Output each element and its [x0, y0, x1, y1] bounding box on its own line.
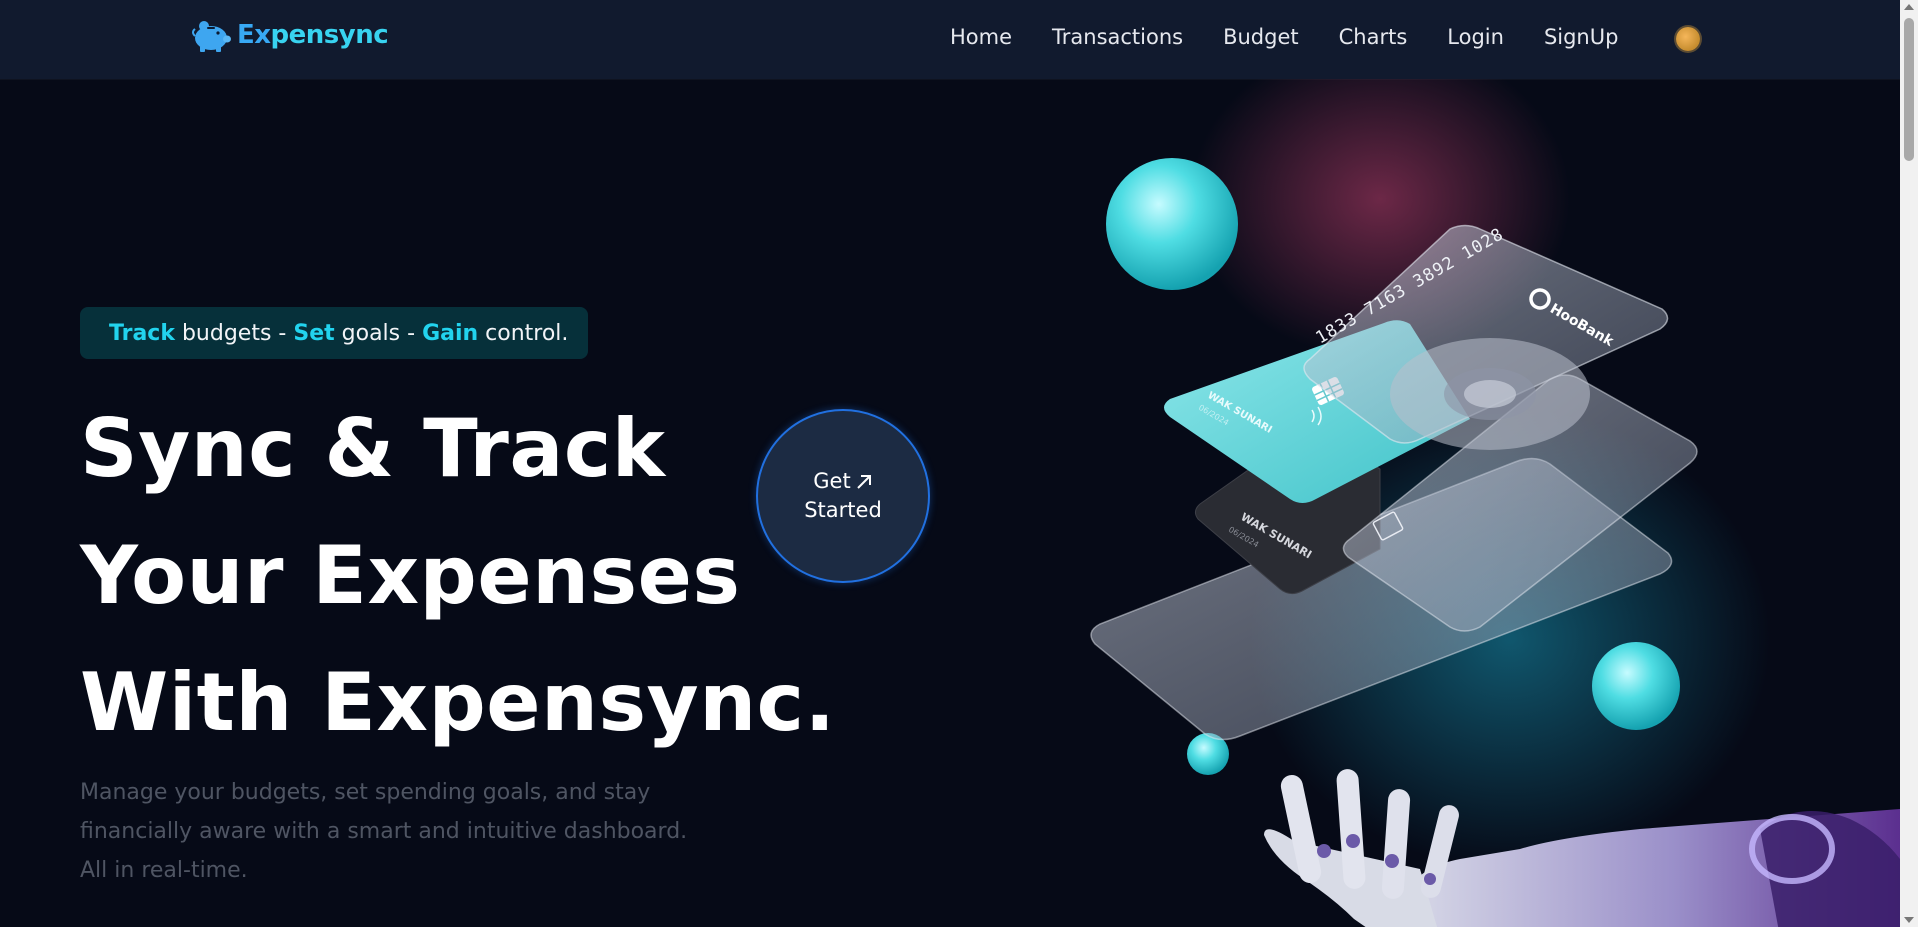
tagline-text-3: control.: [478, 320, 569, 346]
tagline-word-set: Set: [293, 320, 335, 346]
hero-description: Manage your budgets, set spending goals,…: [80, 780, 688, 883]
nav-link-login[interactable]: Login: [1447, 25, 1504, 49]
hero-title-line-3: With Expensync.: [80, 656, 836, 749]
tagline-word-gain: Gain: [422, 320, 479, 346]
decor-sphere-medium: [1592, 642, 1680, 730]
hero-title: Sync & Track Your Expenses With Expensyn…: [80, 385, 835, 766]
brand-logo[interactable]: Expensync: [191, 18, 389, 52]
hero-title-line-1: Sync & Track: [80, 402, 666, 495]
decor-sphere-large: [1106, 158, 1238, 290]
nav-link-signup[interactable]: SignUp: [1544, 25, 1619, 49]
cta-label-line-1: Get: [813, 469, 851, 493]
top-navbar: Expensync Home Transactions Budget Chart…: [0, 0, 1900, 79]
scroll-up-arrow-icon[interactable]: [1904, 4, 1914, 10]
nav-link-home[interactable]: Home: [950, 25, 1012, 49]
page-scrollbar[interactable]: [1900, 0, 1918, 927]
nav-link-transactions[interactable]: Transactions: [1052, 25, 1183, 49]
theme-toggle-button[interactable]: [1676, 27, 1700, 51]
cards-and-robot-hand-illustration: WAK SUNARI 06/2024 WAK SUNARI 06/2024 18…: [1090, 79, 1900, 927]
get-started-button[interactable]: Get Started: [756, 409, 930, 583]
arrow-up-right-icon: [857, 474, 871, 489]
hero-tagline-badge: Track budgets - Set goals - Gain control…: [80, 307, 589, 359]
tagline-text-2: goals -: [334, 320, 423, 346]
hero-title-line-2: Your Expenses: [80, 529, 741, 622]
tagline-text-1: budgets -: [174, 320, 294, 346]
hero-illustration: WAK SUNARI 06/2024 WAK SUNARI 06/2024 18…: [1080, 79, 1900, 927]
nav-link-budget[interactable]: Budget: [1223, 25, 1299, 49]
piggy-bank-icon: [192, 21, 231, 52]
cta-label-line-2: Started: [804, 498, 882, 522]
nav-links: Home Transactions Budget Charts Login Si…: [950, 25, 1658, 49]
scroll-down-arrow-icon[interactable]: [1904, 917, 1914, 923]
brand-name-part1: Ex: [237, 20, 271, 50]
brand-name: Expensync: [237, 20, 389, 50]
tagline-word-track: Track: [109, 320, 175, 346]
nav-link-charts[interactable]: Charts: [1339, 25, 1408, 49]
scroll-thumb[interactable]: [1904, 18, 1914, 161]
brand-name-part2: pensync: [270, 20, 389, 50]
cta-first-line: Get: [813, 467, 872, 496]
